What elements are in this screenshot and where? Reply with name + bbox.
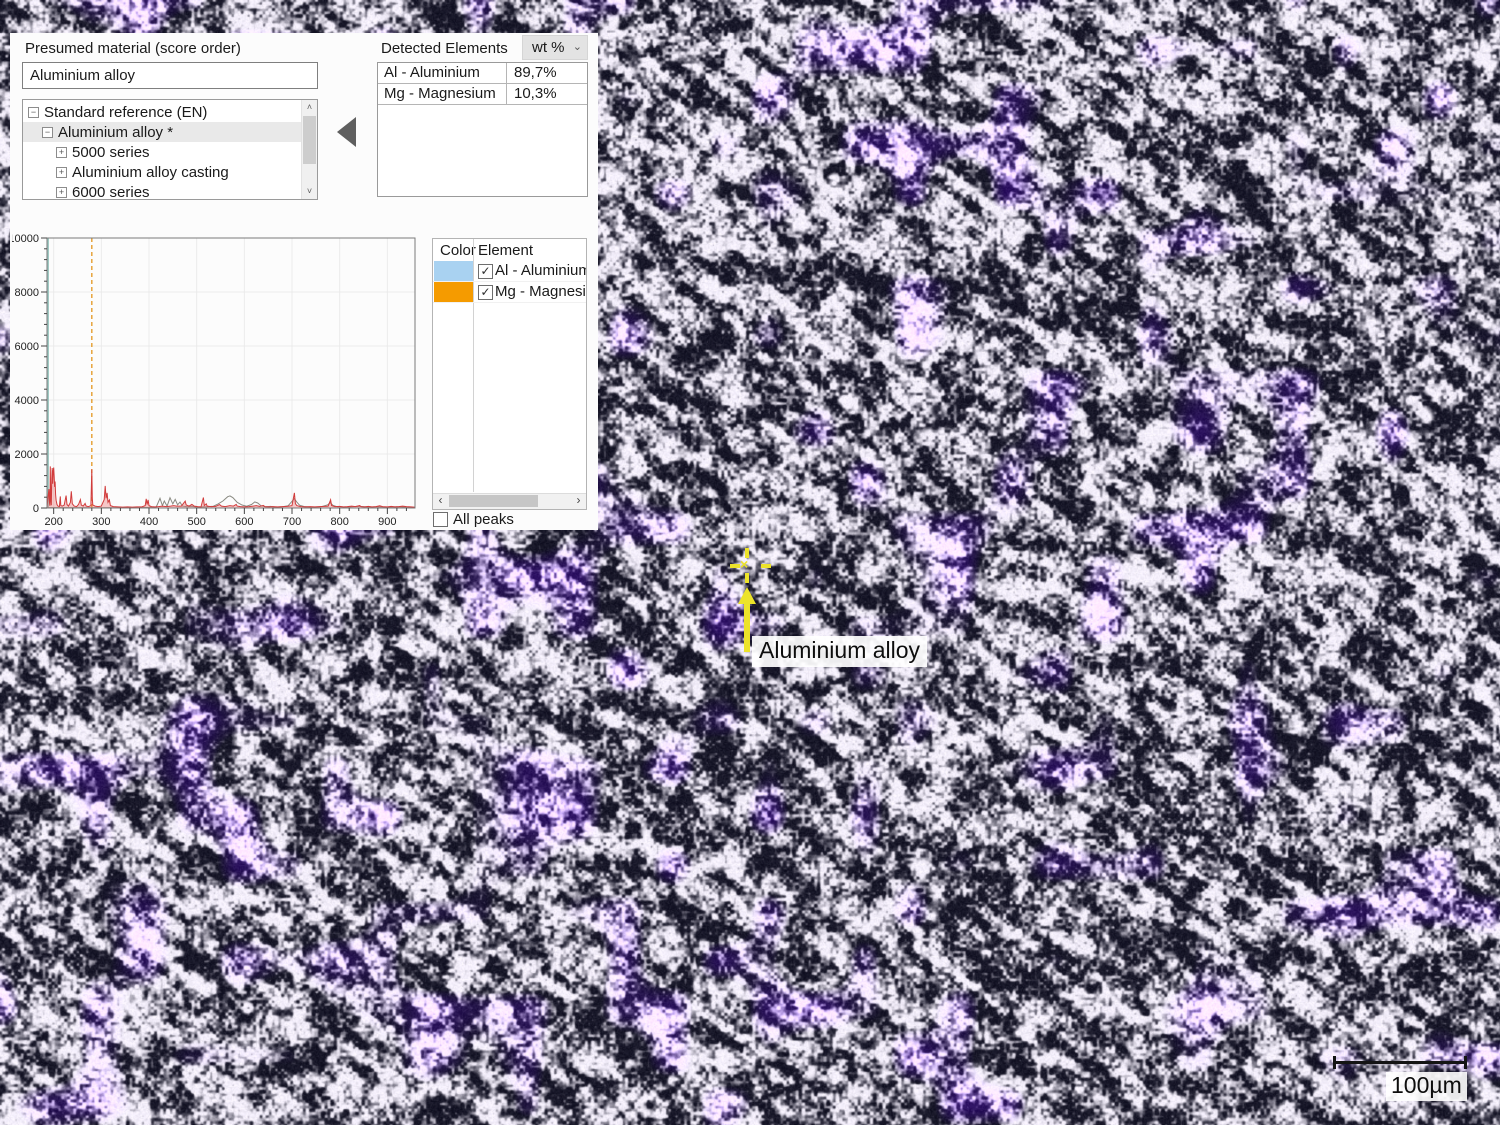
tree-item-label: Aluminium alloy casting <box>72 164 229 181</box>
element-value-cell: 10,3% <box>506 84 587 104</box>
tree-collapse-icon[interactable]: − <box>28 107 39 118</box>
legend-element-header: Element <box>478 242 533 259</box>
element-name-cell: Mg - Magnesium <box>378 84 506 104</box>
analyzer-screen: Presumed material (score order) Aluminiu… <box>0 0 1500 1125</box>
svg-text:700: 700 <box>283 516 301 528</box>
svg-text:0: 0 <box>33 503 39 515</box>
unit-dropdown-value: wt % <box>532 36 565 59</box>
presumed-material-title: Presumed material (score order) <box>25 40 241 57</box>
legend-color-header: Color <box>440 242 476 259</box>
tree-item-label: Standard reference (EN) <box>44 104 207 121</box>
tree-item-label: 5000 series <box>72 144 150 161</box>
svg-text:400: 400 <box>140 516 158 528</box>
legend-row-label: Mg - Magnesium <box>495 283 587 300</box>
aluminium-checkbox[interactable]: ✓ <box>478 264 493 279</box>
tree-collapse-icon[interactable]: − <box>42 127 53 138</box>
svg-text:10000: 10000 <box>12 233 39 245</box>
all-peaks-label: All peaks <box>453 511 514 528</box>
element-name-cell: Al - Aluminium <box>378 63 506 83</box>
svg-text:4000: 4000 <box>15 395 39 407</box>
detected-elements-title: Detected Elements <box>381 40 508 57</box>
scale-bar-right-cap <box>1464 1056 1467 1069</box>
annotation-arrow-icon <box>738 587 756 604</box>
svg-text:900: 900 <box>378 516 396 528</box>
annotation-label: Aluminium alloy <box>752 636 927 667</box>
crosshair-center-x-icon: × <box>740 556 748 572</box>
tree-item-6000-series[interactable]: + 6000 series <box>23 182 301 200</box>
svg-text:800: 800 <box>331 516 349 528</box>
tree-expand-icon[interactable]: + <box>56 147 67 158</box>
legend-row-aluminium[interactable]: ✓ Al - Aluminium <box>433 261 586 282</box>
legend-row-magnesium[interactable]: ✓ Mg - Magnesium <box>433 282 586 303</box>
crosshair-bottom-tick <box>745 573 749 583</box>
panel-collapse-arrow-icon[interactable] <box>337 117 356 147</box>
svg-text:300: 300 <box>92 516 110 528</box>
scrollbar-thumb[interactable] <box>303 116 316 164</box>
scroll-right-icon[interactable]: › <box>571 494 586 508</box>
unit-dropdown[interactable]: wt % ⌄ <box>522 35 588 60</box>
legend-horizontal-scrollbar[interactable]: ‹ › <box>433 493 586 509</box>
scroll-left-icon[interactable]: ‹ <box>433 494 448 508</box>
scale-bar-line <box>1333 1061 1467 1064</box>
magnesium-color-swatch <box>434 282 473 302</box>
chevron-down-icon: ⌄ <box>573 36 582 59</box>
table-row[interactable]: Al - Aluminium 89,7% <box>378 63 587 84</box>
crosshair-left-tick <box>730 564 740 568</box>
material-tree: − Standard reference (EN) − Aluminium al… <box>22 99 318 200</box>
element-value-cell: 89,7% <box>506 63 587 83</box>
tree-item-label: 6000 series <box>72 184 150 201</box>
scale-bar-label: 100µm <box>1386 1072 1467 1101</box>
annotation-arrow-tail <box>744 603 750 652</box>
all-peaks-checkbox[interactable] <box>433 512 448 527</box>
table-row[interactable]: Mg - Magnesium 10,3% <box>378 84 587 105</box>
tree-expand-icon[interactable]: + <box>56 187 67 198</box>
crosshair-right-tick <box>761 564 771 568</box>
tree-item-aluminium-alloy[interactable]: − Aluminium alloy * <box>23 122 301 142</box>
material-tree-rows: − Standard reference (EN) − Aluminium al… <box>23 102 301 200</box>
spectrum-chart: 200 300 400 500 600 700 800 900 0 2000 4000 6000 800… <box>12 230 422 530</box>
svg-text:600: 600 <box>235 516 253 528</box>
scroll-up-icon[interactable]: ˄ <box>302 100 317 115</box>
tree-item-label: Aluminium alloy * <box>58 124 173 141</box>
detected-elements-table: Al - Aluminium 89,7% Mg - Magnesium 10,3… <box>377 62 588 197</box>
magnesium-checkbox[interactable]: ✓ <box>478 285 493 300</box>
scroll-down-icon[interactable]: ˅ <box>302 184 317 199</box>
analysis-panel: Presumed material (score order) Aluminiu… <box>10 33 598 530</box>
svg-text:200: 200 <box>44 516 62 528</box>
svg-text:8000: 8000 <box>15 287 39 299</box>
legend-row-label: Al - Aluminium <box>495 262 587 279</box>
tree-scrollbar[interactable]: ˄ ˅ <box>301 100 317 199</box>
aluminium-color-swatch <box>434 261 473 281</box>
tree-expand-icon[interactable]: + <box>56 167 67 178</box>
tree-item-5000-series[interactable]: + 5000 series <box>23 142 301 162</box>
element-legend-panel: Color Element ✓ Al - Aluminium ✓ Mg - Ma… <box>432 238 587 510</box>
scale-bar-left-cap <box>1333 1056 1336 1069</box>
svg-text:500: 500 <box>187 516 205 528</box>
svg-text:2000: 2000 <box>15 449 39 461</box>
svg-text:6000: 6000 <box>15 341 39 353</box>
scrollbar-thumb[interactable] <box>449 495 538 507</box>
tree-item-standard-reference[interactable]: − Standard reference (EN) <box>23 102 301 122</box>
material-search-input[interactable]: Aluminium alloy <box>22 62 318 89</box>
tree-item-aluminium-alloy-casting[interactable]: + Aluminium alloy casting <box>23 162 301 182</box>
